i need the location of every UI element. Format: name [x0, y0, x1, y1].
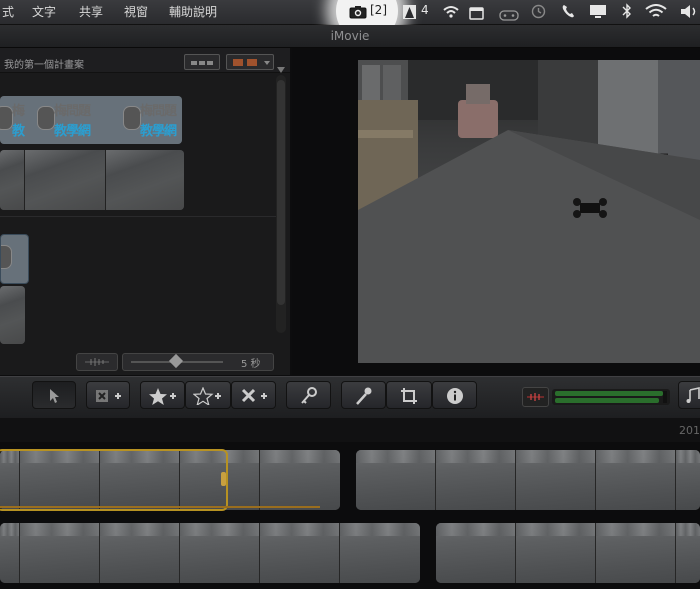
adobe-icon[interactable] — [403, 4, 416, 23]
clip-thumbnail — [596, 523, 676, 583]
mark-favorite-button[interactable] — [140, 381, 185, 409]
audio-level-meter — [552, 389, 670, 405]
window-title-bar: iMovie — [0, 25, 700, 48]
add-to-project-button[interactable] — [86, 381, 130, 409]
clip-thumbnail: 梅問題 教學網 — [120, 96, 182, 144]
window-icon[interactable] — [469, 5, 484, 24]
keyword-button[interactable] — [286, 381, 331, 409]
clip-thumbnail: 梅教 — [0, 96, 35, 144]
audio-meter-right — [555, 398, 659, 403]
music-sfx-button[interactable] — [226, 54, 274, 70]
used-clip-bar — [0, 506, 320, 508]
timeline-header: 201 — [0, 418, 700, 442]
menu-bar: 式 文字 共享 視窗 輔助說明 [2] 4 — [0, 0, 700, 42]
inspector-button[interactable] — [432, 381, 477, 409]
clip-thumbnail — [20, 523, 100, 583]
selection-handle[interactable] — [221, 472, 226, 486]
audio-waveform-button[interactable] — [76, 353, 118, 371]
bluetooth-icon[interactable] — [622, 3, 632, 23]
title-clip-strip[interactable]: 梅教 梅問題 教學網 梅問題 教學網 — [0, 96, 182, 144]
timeline-date-label: 201 — [679, 424, 700, 437]
select-tool-button[interactable] — [32, 381, 76, 409]
time-machine-icon[interactable] — [531, 4, 546, 23]
clip-thumbnail — [1, 235, 28, 283]
title-clip-strip[interactable] — [0, 234, 29, 284]
clip-thumbnail — [0, 286, 25, 344]
duration-label: 5 秒 — [241, 359, 261, 370]
menu-item-help[interactable]: 輔助說明 — [169, 3, 217, 20]
menu-item-share[interactable]: 共享 — [79, 3, 103, 20]
volume-icon[interactable] — [680, 4, 700, 23]
event-clip-strip[interactable] — [356, 450, 700, 510]
phone-icon[interactable] — [561, 3, 575, 23]
window-title: iMovie — [330, 29, 370, 43]
clip-thumbnail — [25, 150, 106, 210]
clip-thumbnail — [0, 150, 25, 210]
audio-skimming-button[interactable] — [522, 387, 549, 407]
project-browser: 我的第一個計畫案 梅教 梅問題 教學網 梅問題 教學網 5 秒 — [0, 48, 290, 375]
voiceover-button[interactable] — [341, 381, 386, 409]
clip-thumbnail — [436, 523, 516, 583]
thumbnail-zoom-slider[interactable]: 5 秒 — [122, 353, 274, 371]
menu-item-format[interactable]: 式 — [2, 3, 14, 20]
clip-thumbnail — [340, 523, 420, 583]
event-clip-strip[interactable] — [436, 523, 700, 583]
thumbnail-view-button[interactable] — [184, 54, 220, 70]
clip-thumbnail — [100, 523, 180, 583]
slider-handle[interactable] — [168, 353, 184, 369]
event-clip-strip[interactable] — [0, 523, 420, 583]
clip-thumbnail — [106, 150, 184, 210]
clip-thumbnail — [260, 523, 340, 583]
camera-icon[interactable] — [349, 4, 367, 23]
wifi-status-icon[interactable] — [443, 4, 459, 23]
clip-thumbnail — [436, 450, 516, 510]
screenshot-count: [2] — [370, 3, 387, 17]
scrollbar-thumb[interactable] — [277, 80, 285, 305]
audio-meter-left — [555, 391, 663, 396]
video-clip-strip[interactable] — [0, 150, 184, 210]
divider — [0, 216, 276, 217]
music-button[interactable] — [678, 381, 700, 409]
clip-thumbnail: 梅問題 教學網 — [34, 96, 121, 144]
display-icon[interactable] — [589, 4, 607, 23]
selected-range[interactable] — [0, 449, 228, 511]
project-title: 我的第一個計畫案 — [4, 60, 84, 71]
unmark-button[interactable] — [185, 381, 231, 409]
controller-icon[interactable] — [499, 6, 519, 25]
clip-thumbnail — [516, 523, 596, 583]
wifi-icon[interactable] — [645, 4, 667, 23]
clip-thumbnail — [356, 450, 436, 510]
adobe-count: 4 — [421, 3, 429, 17]
clip-thumbnail — [676, 523, 700, 583]
audio-meter-end — [663, 391, 667, 403]
video-preview — [358, 60, 700, 363]
reject-button[interactable] — [231, 381, 276, 409]
crop-button[interactable] — [386, 381, 432, 409]
clip-thumbnail — [516, 450, 596, 510]
clip-thumbnail — [180, 523, 260, 583]
clip-thumbnail — [596, 450, 676, 510]
menu-item-text[interactable]: 文字 — [32, 3, 56, 20]
clip-thumbnail — [676, 450, 700, 510]
clip-thumbnail — [0, 523, 20, 583]
video-clip-strip[interactable] — [0, 286, 25, 344]
clip-thumbnail — [260, 450, 340, 510]
menu-item-window[interactable]: 視窗 — [124, 3, 148, 20]
